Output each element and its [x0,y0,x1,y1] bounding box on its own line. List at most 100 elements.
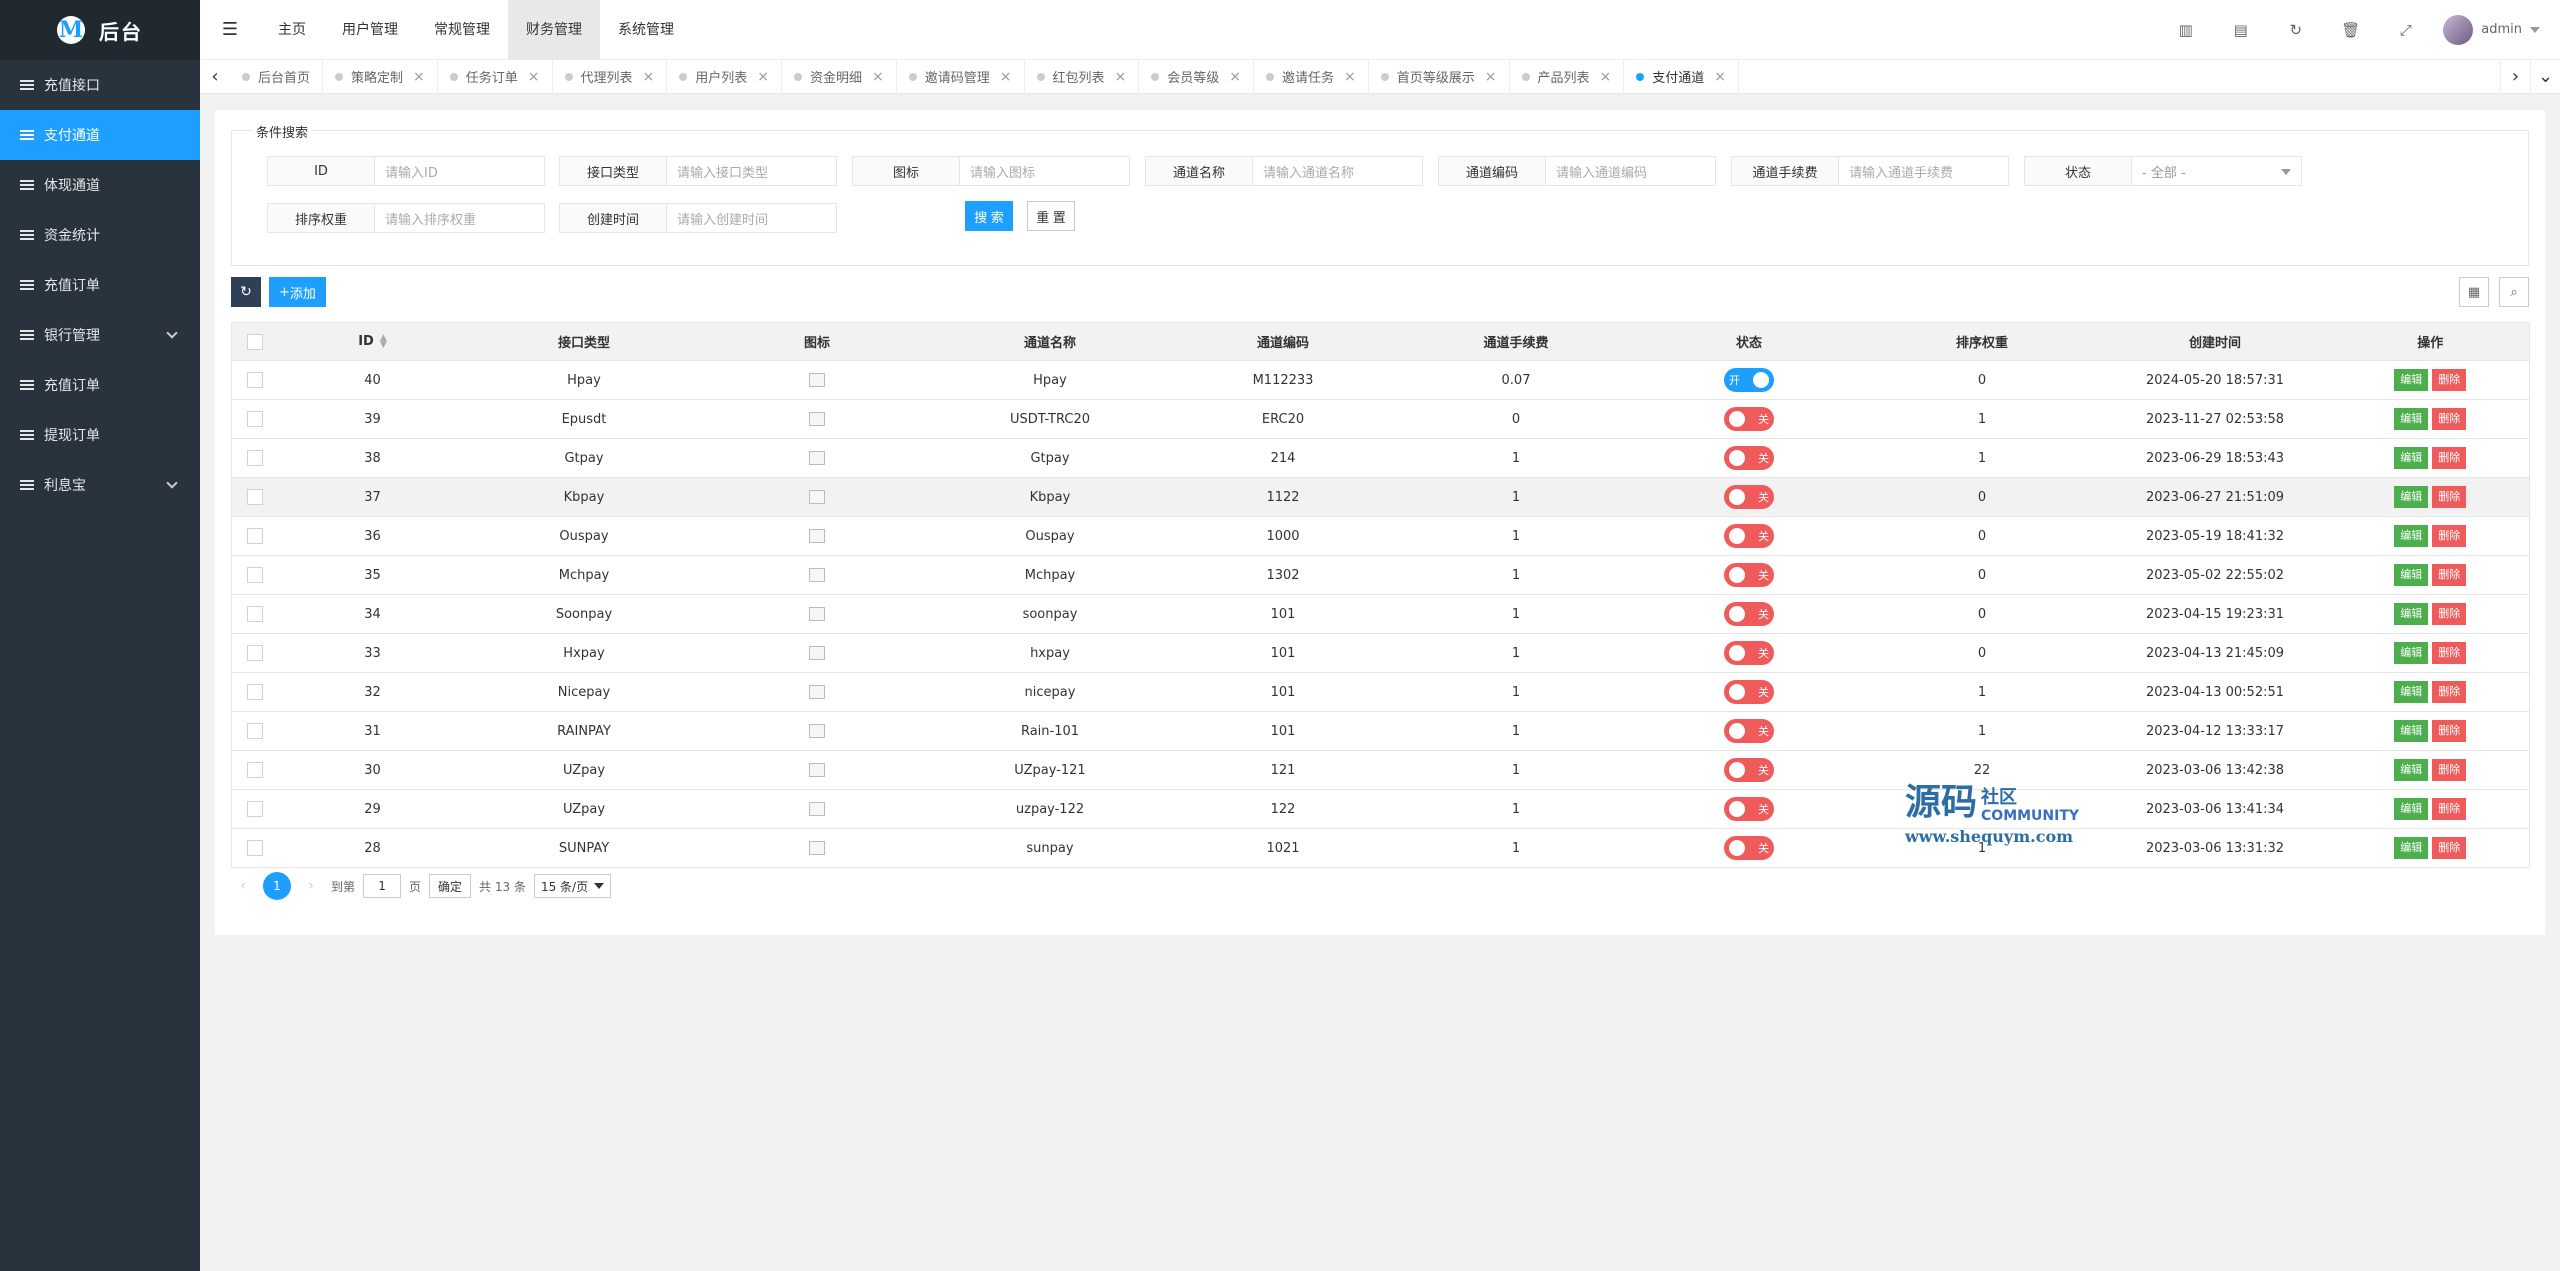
card-icon[interactable]: ▤ [2213,0,2268,60]
edit-button[interactable]: 编辑 [2394,798,2429,820]
sidebar-item-6[interactable]: 充值订单 [0,360,200,410]
tab-4[interactable]: 用户列表 × [667,59,783,94]
row-checkbox[interactable] [246,645,263,661]
sidebar-item-5[interactable]: 银行管理 [0,310,200,360]
tab-scroll-left-icon[interactable]: ‹ [200,60,230,94]
delete-button[interactable]: 删除 [2432,525,2467,547]
tab-1[interactable]: 策略定制 × [323,59,438,94]
sidebar-item-4[interactable]: 充值订单 [0,260,200,310]
tab-8[interactable]: 会员等级 × [1139,59,1255,94]
tab-7[interactable]: 红包列表 × [1025,59,1140,94]
edit-button[interactable]: 编辑 [2394,603,2429,625]
row-checkbox[interactable] [246,528,263,544]
delete-button[interactable]: 删除 [2432,486,2467,508]
search-icon[interactable]: ⌕ [2499,277,2529,307]
sidebar-item-8[interactable]: 利息宝 [0,460,200,510]
status-toggle[interactable]: 关 [1724,524,1774,548]
row-checkbox[interactable] [246,411,263,427]
trash-icon[interactable]: 🗑 [2323,0,2378,60]
close-icon[interactable]: × [1229,69,1241,85]
edit-button[interactable]: 编辑 [2394,564,2429,586]
close-icon[interactable]: × [1000,69,1012,85]
edit-button[interactable]: 编辑 [2394,525,2429,547]
id-input[interactable]: 请输入ID [375,156,545,186]
tab-0[interactable]: 后台首页 [230,59,324,94]
tab-3[interactable]: 代理列表 × [553,59,668,94]
name-input[interactable]: 请输入通道名称 [1253,156,1423,186]
tab-5[interactable]: 资金明细 × [782,59,897,94]
delete-button[interactable]: 删除 [2432,837,2467,859]
sidebar-item-2[interactable]: 体现通道 [0,160,200,210]
edit-button[interactable]: 编辑 [2394,759,2429,781]
edit-button[interactable]: 编辑 [2394,642,2429,664]
tab-6[interactable]: 邀请码管理 × [897,59,1025,94]
status-toggle[interactable]: 开 [1724,368,1774,392]
status-toggle[interactable]: 关 [1724,602,1774,626]
edit-button[interactable]: 编辑 [2394,447,2429,469]
row-checkbox[interactable] [246,606,263,622]
sidebar-item-1[interactable]: 支付通道 [0,110,200,160]
status-toggle[interactable]: 关 [1724,719,1774,743]
status-toggle[interactable]: 关 [1724,758,1774,782]
status-toggle[interactable]: 关 [1724,836,1774,860]
refresh-button[interactable]: ↻ [231,277,261,307]
tab-11[interactable]: 产品列表 × [1510,59,1625,94]
goto-page-input[interactable]: 1 [363,874,402,898]
delete-button[interactable]: 删除 [2432,642,2467,664]
edit-button[interactable]: 编辑 [2394,720,2429,742]
close-icon[interactable]: × [1485,69,1497,85]
row-checkbox[interactable] [246,450,263,466]
add-button[interactable]: + 添加 [269,277,326,307]
page-size-select[interactable]: 15 条/页 [533,874,612,898]
status-toggle[interactable]: 关 [1724,641,1774,665]
delete-button[interactable]: 删除 [2432,603,2467,625]
delete-button[interactable]: 删除 [2432,720,2467,742]
close-icon[interactable]: × [1714,69,1726,85]
current-page[interactable]: 1 [263,872,291,900]
close-icon[interactable]: × [1344,69,1356,85]
delete-button[interactable]: 删除 [2432,447,2467,469]
created-input[interactable]: 请输入创建时间 [667,203,837,233]
tab-9[interactable]: 邀请任务 × [1254,59,1369,94]
delete-button[interactable]: 删除 [2432,408,2467,430]
row-checkbox[interactable] [246,567,263,583]
code-input[interactable]: 请输入通道编码 [1546,156,1716,186]
user-menu[interactable]: admin [2433,14,2560,45]
reset-button[interactable]: 重 置 [1027,201,1075,231]
top-nav-item-1[interactable]: 用户管理 [324,0,416,60]
row-checkbox[interactable] [246,762,263,778]
top-nav-item-4[interactable]: 系统管理 [600,0,692,60]
status-toggle[interactable]: 关 [1724,680,1774,704]
sidebar-item-3[interactable]: 资金统计 [0,210,200,260]
next-page-icon[interactable]: › [299,878,323,894]
icon-input[interactable]: 请输入图标 [960,156,1130,186]
type-input[interactable]: 请输入接口类型 [667,156,837,186]
status-select[interactable]: - 全部 - [2132,156,2302,186]
search-button[interactable]: 搜 索 [965,201,1013,231]
edit-button[interactable]: 编辑 [2394,486,2429,508]
delete-button[interactable]: 删除 [2432,798,2467,820]
status-toggle[interactable]: 关 [1724,797,1774,821]
sort-input[interactable]: 请输入排序权重 [375,203,545,233]
fee-input[interactable]: 请输入通道手续费 [1839,156,2009,186]
chart-icon[interactable]: ▥ [2158,0,2213,60]
top-nav-item-2[interactable]: 常规管理 [416,0,508,60]
columns-icon[interactable]: ▦ [2459,277,2489,307]
tab-scroll-right-icon[interactable]: › [2500,59,2530,94]
tab-12[interactable]: 支付通道 × [1624,59,1740,94]
sort-icon[interactable]: ▲ ▼ [380,333,387,349]
close-icon[interactable]: × [757,69,769,85]
refresh-icon[interactable]: ↻ [2268,0,2323,60]
close-icon[interactable]: × [413,69,425,85]
edit-button[interactable]: 编辑 [2394,369,2429,391]
edit-button[interactable]: 编辑 [2394,681,2429,703]
close-icon[interactable]: × [1115,69,1127,85]
fullscreen-icon[interactable]: ⤢ [2378,0,2433,60]
row-checkbox[interactable] [246,684,263,700]
close-icon[interactable]: × [528,69,540,85]
status-toggle[interactable]: 关 [1724,446,1774,470]
tab-10[interactable]: 首页等级展示 × [1369,59,1510,94]
close-icon[interactable]: × [1600,69,1612,85]
row-checkbox[interactable] [246,372,263,388]
edit-button[interactable]: 编辑 [2394,837,2429,859]
